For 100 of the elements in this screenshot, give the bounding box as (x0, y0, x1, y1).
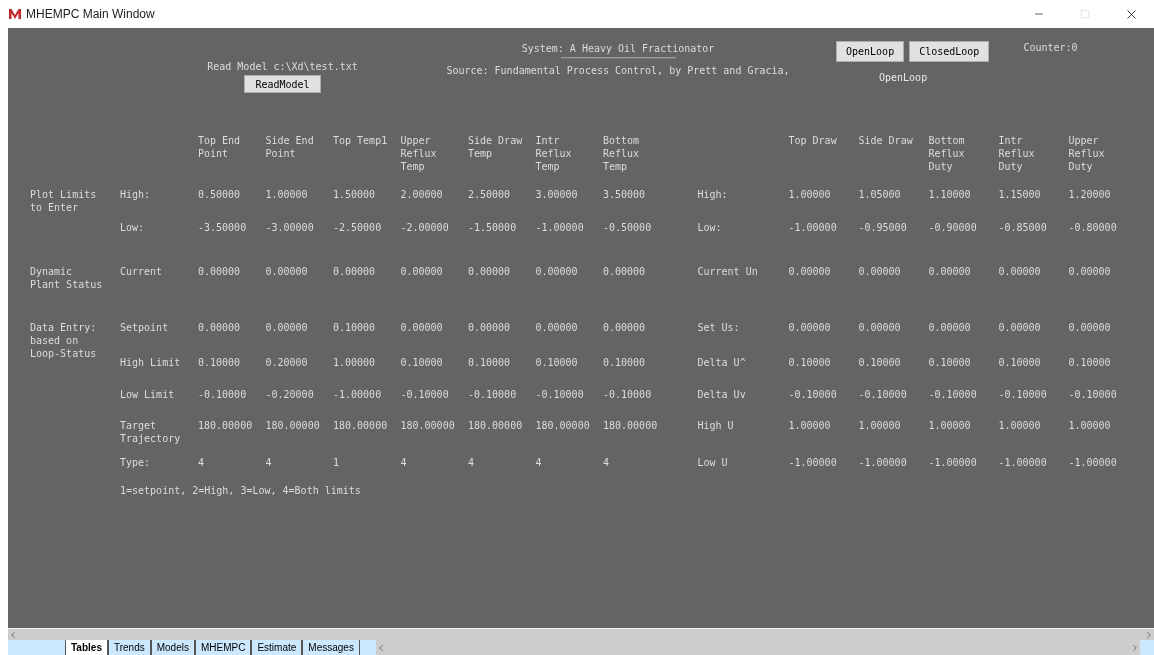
group-label: Dynamic Plant Status (30, 265, 104, 291)
table-cell: -0.10000 (928, 389, 977, 400)
sheet-tab[interactable]: Tables (65, 640, 108, 655)
table-cell: 0.00000 (400, 322, 443, 333)
table-cell: 180.00000 (535, 420, 590, 431)
row-label: High: (697, 189, 728, 200)
sheet-tab[interactable]: Models (150, 640, 195, 655)
table-cell: 0.10000 (603, 357, 646, 368)
table-cell: 0.10000 (928, 357, 971, 368)
column-header: Side Draw Temp (468, 134, 524, 160)
loop-mode-button[interactable]: OpenLoop (836, 41, 905, 62)
row-label: Low: (120, 221, 146, 234)
table-cell: -1.00000 (788, 222, 837, 233)
table-cell: 0.00000 (928, 266, 971, 277)
table-cell: 180.00000 (468, 420, 523, 431)
row-label: Target Trajectory (120, 419, 182, 445)
table-cell: 1.00000 (858, 420, 901, 431)
table-cell: -0.20000 (265, 389, 314, 400)
table-cell: -0.10000 (198, 389, 247, 400)
row-label: Setpoint (120, 321, 170, 334)
table-cell: -3.00000 (265, 222, 314, 233)
table-cell: 0.00000 (198, 322, 241, 333)
window-title: MHEMPC Main Window (26, 6, 155, 23)
table-cell: -2.50000 (333, 222, 382, 233)
table-cell: -0.10000 (1068, 389, 1117, 400)
table-cell: 0.00000 (468, 322, 511, 333)
row-label: Type: (120, 456, 152, 469)
table-cell: 0.00000 (333, 266, 376, 277)
table-cell: 0.00000 (788, 266, 831, 277)
column-header: Top Draw (788, 134, 838, 147)
read-model-button[interactable]: ReadModel (244, 75, 321, 93)
table-cell: 1.00000 (788, 189, 831, 200)
table-cell: 2.50000 (468, 189, 511, 200)
row-label: Current (120, 265, 164, 278)
table-cell: 4 (535, 457, 542, 468)
column-header: Bottom Reflux Temp (603, 134, 641, 173)
sheet-tab[interactable]: Estimate (251, 640, 303, 655)
table-cell: 0.00000 (265, 322, 308, 333)
group-label: Data Entry: based on Loop-Status (30, 321, 98, 360)
counter-label: Counter:0 (1023, 41, 1078, 54)
table-cell: 4 (265, 457, 272, 468)
row-label: High Limit (120, 356, 182, 369)
column-header: Top End Point (198, 134, 242, 160)
table-cell: -1.00000 (928, 457, 977, 468)
table-cell: -1.00000 (788, 457, 837, 468)
table-cell: 0.00000 (788, 322, 831, 333)
app-logo-icon (8, 8, 22, 20)
table-cell: -1.00000 (998, 457, 1047, 468)
table-cell: 180.00000 (333, 420, 388, 431)
table-cell: -0.10000 (535, 389, 584, 400)
table-cell: 1 (333, 457, 340, 468)
table-cell: -1.00000 (1068, 457, 1117, 468)
table-cell: 0.00000 (535, 322, 578, 333)
system-title: System: A Heavy Oil Fractionator (521, 42, 715, 55)
table-cell: 0.10000 (788, 357, 831, 368)
group-label: Plot Limits to Enter (30, 188, 98, 214)
column-header: Bottom Reflux Duty (928, 134, 966, 173)
table-cell: -1.00000 (535, 222, 584, 233)
table-cell: -2.00000 (400, 222, 449, 233)
sheet-tab[interactable]: MHEMPC (194, 640, 252, 655)
table-cell: 0.00000 (998, 266, 1041, 277)
row-label: Low U (697, 457, 728, 468)
table-cell: 1.50000 (333, 189, 376, 200)
column-header: Intr Reflux Duty (998, 134, 1036, 173)
table-cell: -0.80000 (1068, 222, 1117, 233)
table-cell: 0.00000 (535, 266, 578, 277)
table-cell: 1.15000 (998, 189, 1041, 200)
table-cell: 1.10000 (928, 189, 971, 200)
table-cell: 1.20000 (1068, 189, 1111, 200)
table-cell: 0.00000 (1068, 322, 1111, 333)
table-cell: 3.00000 (535, 189, 578, 200)
table-cell: 0.00000 (400, 266, 443, 277)
row-label: Low: (697, 222, 722, 233)
source-text: Source: Fundamental Process Control, by Prett and Gracia, (446, 64, 790, 77)
scroll-left-icon (8, 629, 18, 640)
loop-mode-button[interactable]: ClosedLoop (909, 41, 990, 62)
table-cell: 0.00000 (998, 322, 1041, 333)
sheet-tab[interactable]: Messages (302, 640, 360, 655)
table-cell: 0.10000 (400, 357, 443, 368)
column-header: Upper Reflux Temp (400, 134, 438, 173)
table-cell: -0.10000 (468, 389, 517, 400)
table-cell: 0.00000 (1068, 266, 1111, 277)
table-cell: -1.00000 (333, 389, 382, 400)
table-cell: 0.10000 (333, 322, 376, 333)
table-cell: 0.10000 (858, 357, 901, 368)
table-cell: 3.50000 (603, 189, 646, 200)
sheet-tab[interactable]: Trends (107, 640, 151, 655)
scroll-right-icon (1144, 629, 1154, 640)
column-header: Intr Reflux Temp (535, 134, 573, 173)
table-cell: 180.00000 (265, 420, 320, 431)
table-cell: 4 (603, 457, 610, 468)
row-label: Delta U^ (697, 357, 746, 368)
loop-status-label: OpenLoop (879, 71, 929, 84)
row-label: Current Un (697, 266, 758, 277)
table-cell: 1.00000 (788, 420, 831, 431)
table-cell: 0.00000 (468, 266, 511, 277)
row-label: High U (697, 420, 734, 431)
column-header: Side End Point (265, 134, 315, 160)
table-cell: -0.10000 (400, 389, 449, 400)
table-cell: 1.00000 (333, 357, 376, 368)
